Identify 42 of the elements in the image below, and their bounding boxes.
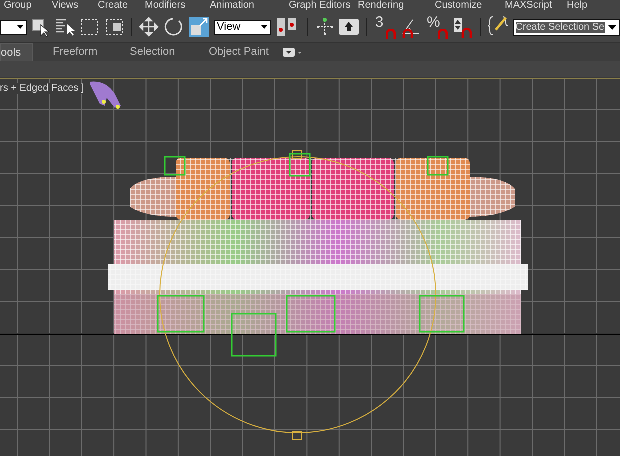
pivot-icon[interactable]	[314, 17, 334, 37]
ribbon-tab[interactable]: ools	[0, 43, 33, 61]
ribbon-tab[interactable]: Selection	[110, 43, 189, 61]
rotate-gizmo-circle[interactable]	[160, 156, 436, 434]
snap-toggle[interactable]: 3	[374, 15, 396, 39]
menu-item[interactable]: Views	[52, 0, 78, 12]
hand-model-drawing	[90, 82, 121, 109]
menu-item[interactable]: Modifiers	[145, 0, 186, 12]
menu-item[interactable]: Graph Editors	[289, 0, 351, 12]
caret-icon	[16, 25, 24, 29]
ribbon-tab[interactable]: Freeform	[33, 43, 110, 61]
view-dropdown[interactable]: View	[214, 20, 271, 34]
ribbon-options-icon[interactable]	[283, 48, 303, 56]
percent-label: %	[427, 15, 440, 30]
rectangular-selection-icon[interactable]	[80, 17, 100, 37]
upload-button-icon[interactable]	[339, 19, 360, 35]
rotate-icon[interactable]	[164, 17, 184, 37]
window-crossing-icon[interactable]	[104, 17, 124, 37]
viewport-label: rs + Edged Faces ]	[0, 83, 84, 94]
select-by-name-icon[interactable]	[54, 17, 75, 37]
scale-icon[interactable]	[189, 17, 210, 37]
gizmo-handle[interactable]	[292, 150, 302, 160]
ribbon-tab[interactable]: Object Paint	[189, 43, 278, 61]
move-icon[interactable]	[139, 17, 160, 37]
menu-item[interactable]: Help	[567, 0, 588, 12]
named-selection-field[interactable]: Create Selection Se	[512, 18, 620, 36]
menu-item[interactable]: Group	[4, 0, 32, 12]
percent-snap-toggle[interactable]: %	[426, 15, 448, 39]
gizmo-handle[interactable]	[292, 432, 302, 440]
spinner-snap-icon[interactable]	[452, 16, 473, 38]
select-object-icon[interactable]	[32, 17, 50, 37]
reference-dropdown[interactable]	[0, 20, 27, 34]
menu-item[interactable]: Rendering	[358, 0, 404, 12]
menu-item[interactable]: Create	[98, 0, 128, 12]
menu-item[interactable]: MAXScript	[505, 0, 552, 12]
caret-icon	[608, 24, 616, 30]
menu-item[interactable]: Customize	[435, 0, 482, 12]
menu-item[interactable]: Animation	[210, 0, 254, 12]
magnet-icon	[438, 29, 448, 39]
magnet-icon	[386, 29, 396, 39]
caret-icon	[260, 25, 268, 29]
snap-label: 3	[375, 15, 384, 30]
